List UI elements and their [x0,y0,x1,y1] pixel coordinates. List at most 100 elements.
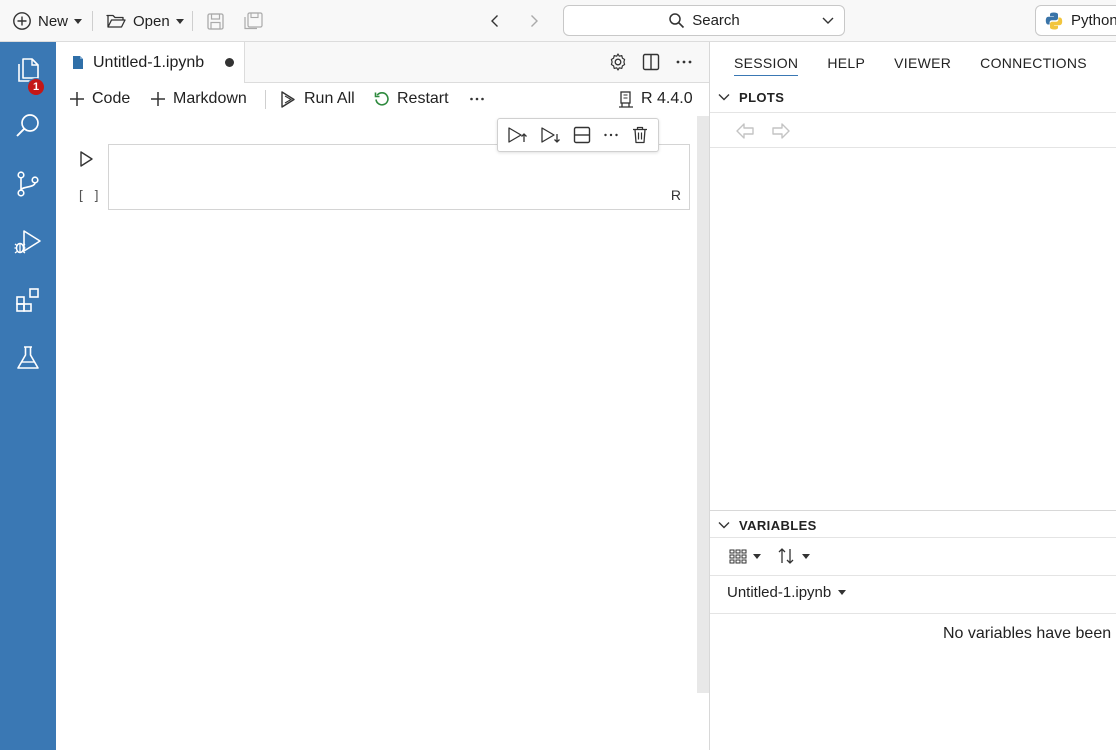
chevron-down-icon [718,522,730,529]
previous-plot-icon[interactable] [734,121,756,141]
source-control-icon [17,171,39,197]
open-label: Open [133,12,170,30]
run-debug-icon [14,230,41,254]
grouping-dropdown-caret-icon [753,553,761,559]
code-label: Code [92,90,131,107]
chevron-left-icon [491,15,498,27]
toolbar-divider [265,90,266,109]
split-cell-icon[interactable] [572,125,592,145]
tab-label: Untitled-1.ipynb [93,53,205,71]
more-actions-button[interactable] [468,88,486,110]
plots-section-header[interactable]: PLOTS [710,84,1116,110]
run-all-button[interactable]: Run All [279,88,355,110]
section-divider [710,510,1116,511]
plus-icon [151,92,165,106]
chevron-down-icon [718,94,730,101]
activity-source-control[interactable] [0,164,56,204]
variables-toolbar [710,537,1116,576]
grid-layout-icon [729,549,747,564]
variables-source-selector[interactable]: Untitled-1.ipynb [727,584,847,601]
activity-run-debug[interactable] [0,222,56,262]
command-search-box[interactable]: Search [563,5,845,36]
explorer-badge: 1 [27,78,45,96]
restart-label: Restart [397,90,449,107]
navigate-forward-button[interactable] [527,8,541,34]
new-button[interactable]: New [12,8,83,34]
save-icon [207,12,224,30]
save-all-button[interactable] [243,8,264,34]
search-label: Search [692,12,740,29]
grouping-button[interactable] [729,547,761,565]
activity-bar: 1 [0,42,56,750]
execute-below-icon[interactable] [540,125,562,145]
tab-connections[interactable]: CONNECTIONS [980,42,1087,84]
sort-icon [778,548,794,564]
variables-title: VARIABLES [739,517,817,533]
kernel-selector[interactable]: R 4.4.0 [617,88,693,110]
top-toolbar: New Open Search Python [0,0,1116,42]
tab-untitled-1[interactable]: Untitled-1.ipynb [56,42,245,83]
interpreter-selector[interactable]: Python [1035,5,1116,36]
variables-source-caret-icon [838,590,847,595]
notebook-editor: Untitled-1.ipynb Code Markdown Run All R… [56,42,710,750]
run-all-icon [281,90,295,108]
run-all-label: Run All [304,90,355,107]
plots-toolbar [710,112,1116,148]
sort-button[interactable] [777,547,810,565]
cell-execution-count: [ ] [77,189,101,204]
variables-section-header[interactable]: VARIABLES [710,512,1116,538]
toolbar-divider [192,11,193,31]
tab-viewer[interactable]: VIEWER [894,42,951,84]
activity-extensions[interactable] [0,280,56,320]
tab-session[interactable]: SESSION [734,42,799,84]
python-icon [1045,12,1063,30]
activity-search[interactable] [0,106,56,146]
unsaved-dot-icon[interactable] [225,58,235,67]
auxiliary-panel: SESSION HELP VIEWER CONNECTIONS PLOTS VA… [710,42,1116,750]
sort-dropdown-caret-icon [802,553,810,559]
open-button[interactable]: Open [105,8,184,34]
run-cell-icon[interactable] [78,150,94,168]
activity-testing[interactable] [0,338,56,378]
execute-above-icon[interactable] [507,125,529,145]
plus-icon [70,92,84,106]
toolbar-divider [92,11,93,31]
search-icon [16,114,39,137]
plus-circle-icon [13,12,31,30]
split-editor-icon[interactable] [641,52,661,72]
delete-cell-icon[interactable] [631,125,649,145]
variables-empty-message: No variables have been [943,625,1112,642]
folder-open-icon [106,14,126,28]
restart-button[interactable]: Restart [373,88,449,110]
tab-actions [608,52,694,72]
interpreter-label: Python [1071,12,1116,29]
add-markdown-cell-button[interactable]: Markdown [149,88,247,110]
add-code-cell-button[interactable]: Code [68,88,130,110]
extensions-icon [16,288,39,312]
code-cell-editor[interactable]: R [108,144,690,210]
chevron-down-icon [822,17,834,24]
tab-help[interactable]: HELP [827,42,865,84]
variables-source-label: Untitled-1.ipynb [727,584,832,601]
restart-icon [374,92,389,106]
new-dropdown-caret-icon [74,18,83,24]
kernel-icon [619,90,633,108]
save-button[interactable] [206,8,225,34]
markdown-label: Markdown [173,90,247,107]
gear-icon[interactable] [608,52,628,72]
more-actions-icon [470,97,484,101]
more-actions-icon[interactable] [674,52,694,72]
kernel-label: R 4.4.0 [641,90,693,107]
navigate-back-button[interactable] [488,8,502,34]
save-all-icon [244,12,263,30]
panel-tabs: SESSION HELP VIEWER CONNECTIONS [710,42,1116,84]
notebook-toolbar: Code Markdown Run All Restart R 4.4.0 [56,83,710,115]
open-dropdown-caret-icon [175,18,184,24]
cell-language-label[interactable]: R [671,187,681,203]
editor-tabs: Untitled-1.ipynb [56,42,710,83]
more-actions-icon[interactable] [602,126,620,144]
new-label: New [38,12,69,30]
activity-explorer[interactable]: 1 [0,50,56,96]
section-divider [710,613,1116,614]
next-plot-icon[interactable] [770,121,792,141]
